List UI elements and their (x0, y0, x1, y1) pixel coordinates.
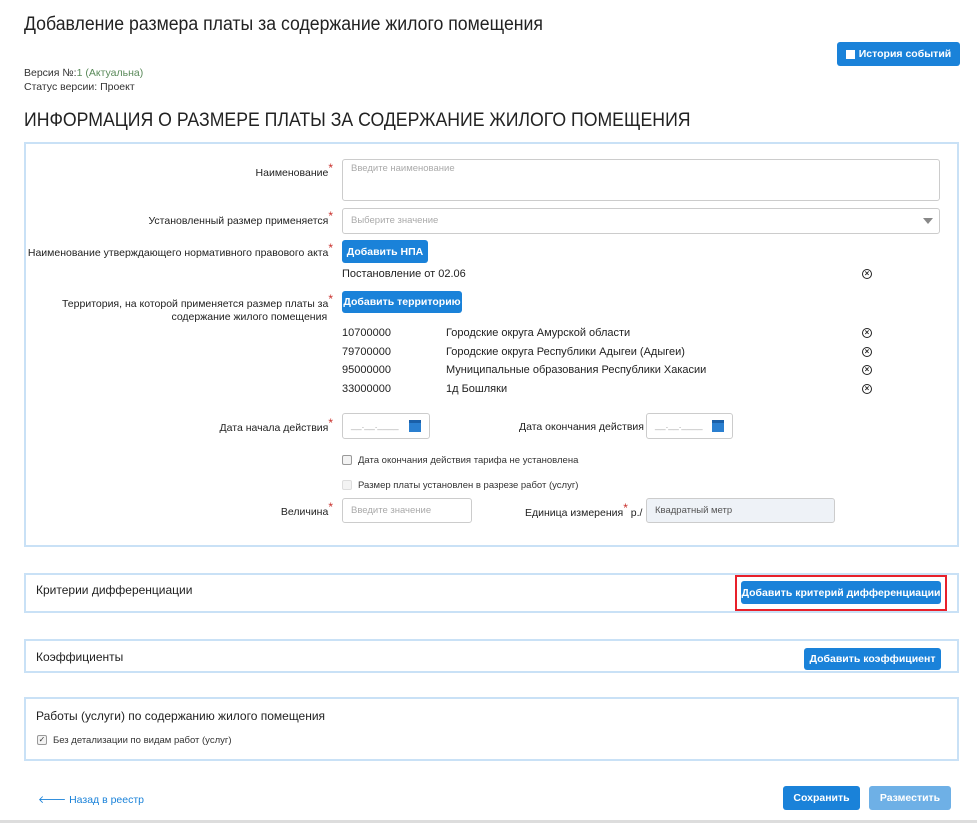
calendar-icon[interactable] (712, 420, 724, 432)
calendar-icon (845, 49, 855, 59)
by-works-label: Размер платы установлен в разрезе работ … (358, 480, 579, 491)
chevron-down-icon (923, 218, 933, 224)
name-input[interactable]: Введите наименование (342, 159, 940, 201)
applies-select[interactable]: Выберите значение (342, 208, 940, 234)
criteria-title: Критерии дифференциации (36, 583, 193, 597)
coefficients-title: Коэффициенты (36, 650, 124, 664)
start-date-input[interactable]: __.__.____ (342, 413, 430, 439)
history-button-label: История событий (858, 48, 952, 60)
start-date-label: Дата начала действия* (219, 416, 333, 435)
territory-name: Городские округа Республики Адыгеи (Адыг… (446, 346, 685, 358)
remove-icon[interactable]: × (862, 347, 872, 357)
unit-label: Единица измерения* р./ (525, 501, 643, 519)
save-button[interactable]: Сохранить (783, 786, 860, 810)
add-territory-button[interactable]: Добавить территорию (342, 291, 462, 313)
territory-code: 10700000 (342, 327, 391, 339)
applies-label: Установленный размер применяется* (148, 209, 333, 228)
calendar-icon[interactable] (409, 420, 421, 432)
back-link[interactable]: 🡐 Назад в реестр (38, 793, 144, 806)
version-state: (Актуальна) (85, 67, 144, 79)
territory-label: Территория, на которой применяется разме… (61, 292, 333, 324)
territory-code: 95000000 (342, 364, 391, 376)
works-title: Работы (услуги) по содержанию жилого пом… (36, 709, 326, 723)
territory-code: 79700000 (342, 346, 391, 358)
version-info: Версия №:1 (Актуальна) (24, 67, 143, 79)
add-npa-button[interactable]: Добавить НПА (342, 240, 428, 263)
end-date-label: Дата окончания действия (519, 421, 644, 433)
version-label: Версия №: (24, 67, 77, 79)
territory-name: Муниципальные образования Республики Хак… (446, 364, 707, 376)
remove-icon[interactable]: × (862, 384, 872, 394)
npa-item: Постановление от 02.06 (342, 268, 466, 280)
no-end-date-label: Дата окончания действия тарифа не устано… (358, 455, 579, 466)
history-button[interactable]: История событий (837, 42, 960, 66)
back-link-label: Назад в реестр (69, 794, 144, 806)
add-criteria-button[interactable]: Добавить критерий дифференциации (741, 581, 941, 604)
remove-icon[interactable]: × (862, 328, 872, 338)
end-date-input[interactable]: __.__.____ (646, 413, 733, 439)
section-title: ИНФОРМАЦИЯ О РАЗМЕРЕ ПЛАТЫ ЗА СОДЕРЖАНИЕ… (24, 110, 691, 131)
territory-name: Городские округа Амурской области (446, 327, 631, 339)
version-status: Статус версии: Проект (24, 81, 135, 93)
territory-name: 1д Бошляки (446, 383, 508, 395)
no-end-date-checkbox[interactable] (342, 455, 352, 465)
publish-button[interactable]: Разместить (869, 786, 951, 810)
by-works-checkbox[interactable] (342, 480, 352, 490)
unit-input[interactable]: Квадратный метр (646, 498, 835, 523)
npa-label: Наименование утверждающего нормативного … (27, 241, 333, 260)
no-detail-label: Без детализации по видам работ (услуг) (53, 735, 232, 746)
remove-icon[interactable]: × (862, 269, 872, 279)
works-panel (24, 697, 959, 761)
territory-code: 33000000 (342, 383, 391, 395)
add-coefficient-button[interactable]: Добавить коэффициент (804, 648, 941, 670)
remove-icon[interactable]: × (862, 365, 872, 375)
no-detail-checkbox[interactable]: ✓ (37, 735, 47, 745)
value-input[interactable]: Введите значение (342, 498, 472, 523)
arrow-left-icon: 🡐 (38, 794, 70, 806)
page-title: Добавление размера платы за содержание ж… (24, 14, 543, 35)
version-number: 1 (76, 67, 83, 79)
name-label: Наименование* (255, 161, 333, 180)
value-label: Величина* (280, 500, 333, 519)
